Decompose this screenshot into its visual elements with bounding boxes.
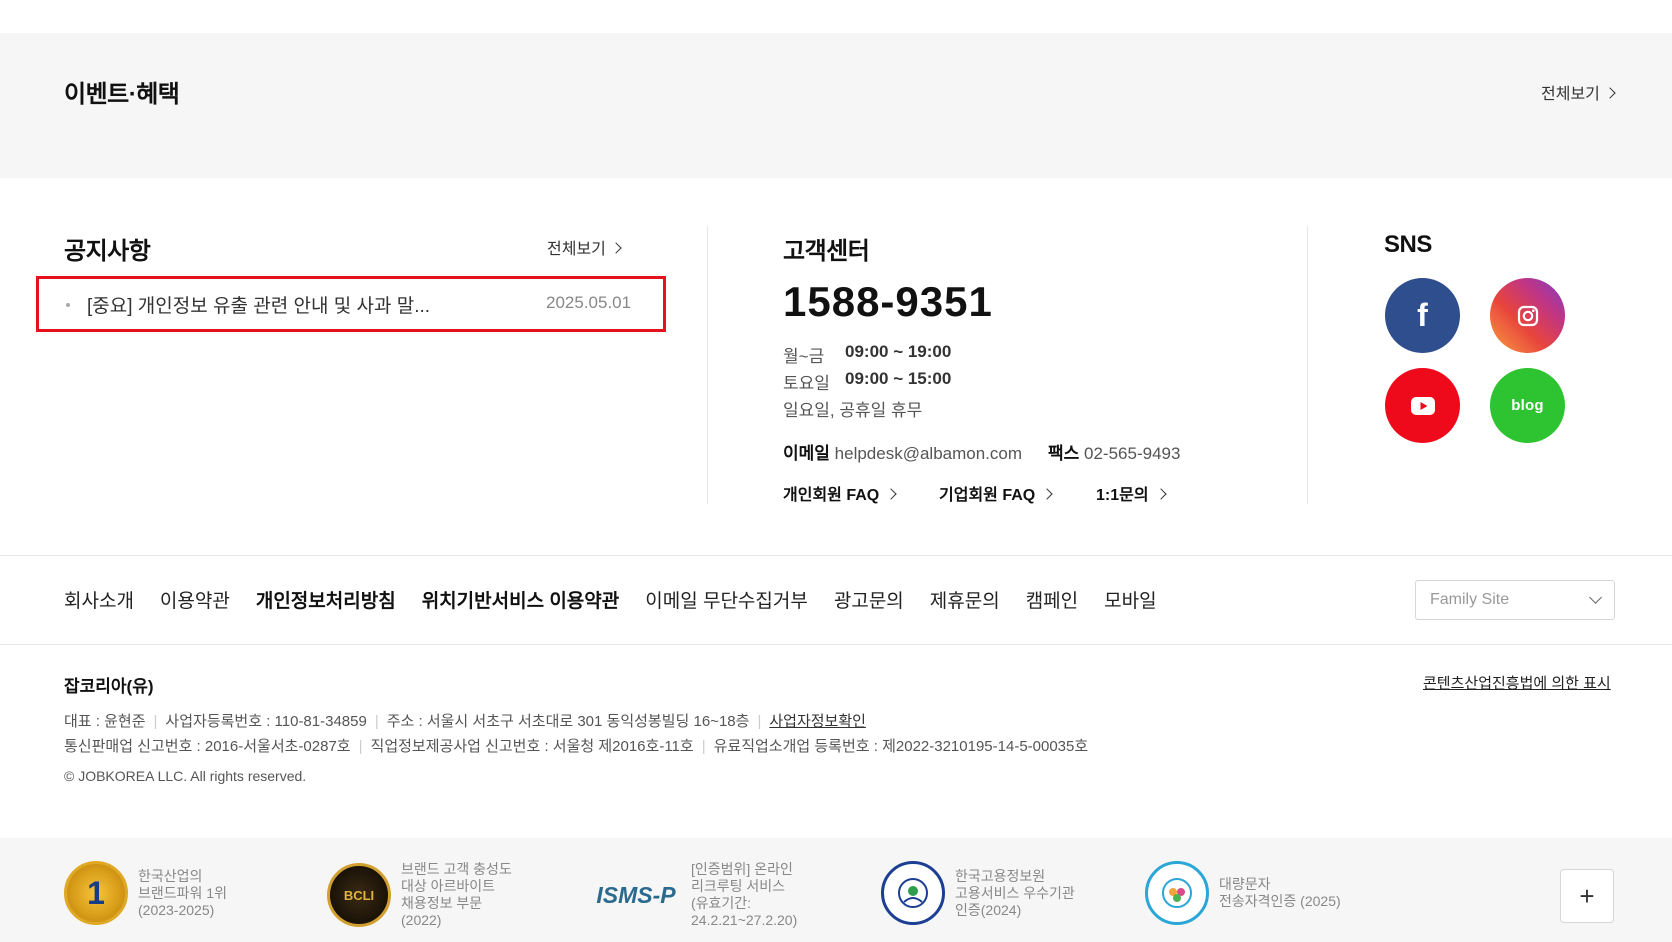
youtube-glyph [1410,396,1435,415]
divider-line [0,644,1672,645]
badge-label: BCLI [343,887,375,903]
expand-certifications-button[interactable]: + [1560,869,1614,923]
inquiry-label: 1:1문의 [1096,487,1149,504]
fax-label: 팩스 [1048,444,1080,463]
brand-power-badge-icon: 1 [64,861,128,925]
contact-fax: 팩스 02-565-9493 [1048,439,1180,464]
footer-link-terms[interactable]: 이용약관 [160,586,230,613]
divider-line [0,555,1672,556]
notice-item-title[interactable]: [중요] 개인정보 유출 관련 안내 및 사과 말... [87,291,507,318]
footer-link-ad[interactable]: 광고문의 [834,586,904,613]
footer-link-campaign[interactable]: 캠페인 [1026,586,1078,613]
hours-row-weekday: 월~금 09:00 ~ 19:00 [783,342,951,367]
footer-nav: 회사소개 이용약관 개인정보처리방침 위치기반서비스 이용약관 이메일 무단수집… [64,586,1157,613]
certification-text: 한국고용정보원 고용서비스 우수기관 인증(2024) [955,867,1075,918]
footer-link-partnership[interactable]: 제휴문의 [930,586,1000,613]
copyright-text: © JOBKOREA LLC. All rights reserved. [64,768,307,784]
certification-item: 한국고용정보원 고용서비스 우수기관 인증(2024) [881,861,1075,925]
footer-link-company[interactable]: 회사소개 [64,586,134,613]
certification-item: BCLI 브랜드 고객 충성도 대상 아르바이트 채용정보 부문 (2022) [327,861,512,929]
employment-service-badge-icon [881,861,945,925]
customer-center-phone: 1588-9351 [783,278,993,325]
hours-closed-text: 일요일, 공휴일 휴무 [783,401,923,420]
ecommerce-number-text: 통신판매업 신고번호 : 2016-서울서초-0287호 [64,738,351,755]
instagram-glyph [1517,305,1538,326]
hours-days: 월~금 [783,347,825,366]
events-see-all-label: 전체보기 [1541,86,1600,103]
address-text: 주소 : 서울시 서초구 서초대로 301 동익성봉빌딩 16~18층 [386,713,750,730]
certification-item: 대량문자 전송자격인증 (2025) [1145,861,1341,925]
sms-certification-badge-icon [1145,861,1209,925]
family-site-label: Family Site [1430,591,1510,608]
inquiry-link[interactable]: 1:1문의 [1096,481,1167,505]
content-law-link[interactable]: 콘텐츠산업진흥법에 의한 표시 [1423,672,1611,693]
blog-label: blog [1511,397,1544,414]
column-divider [1307,226,1308,504]
ceo-text: 대표 : 윤현준 [64,713,146,730]
blog-icon[interactable]: blog [1490,368,1565,443]
business-info-link[interactable]: 사업자정보확인 [769,713,866,730]
sns-title: SNS [1384,231,1432,258]
family-site-select[interactable]: Family Site [1415,580,1615,620]
sms-seal-glyph [1162,878,1192,908]
bullet-icon [66,303,70,307]
facebook-icon[interactable]: f [1385,278,1460,353]
job-info-number-text: 직업정보제공사업 신고번호 : 서울청 제2016호-11호 [370,738,694,755]
instagram-icon[interactable] [1490,278,1565,353]
facebook-glyph: f [1417,297,1428,333]
events-section [0,33,1672,178]
footer-link-mobile[interactable]: 모바일 [1104,586,1156,613]
employment-seal-glyph [898,878,928,908]
column-divider [707,226,708,504]
company-info-line-1: 대표 : 윤현준 | 사업자등록번호 : 110-81-34859 | 주소 : 서울시… [64,713,866,730]
chevron-right-icon [1041,487,1053,500]
hours-row-saturday: 토요일 09:00 ~ 15:00 [783,369,951,394]
business-number-text: 사업자등록번호 : 110-81-34859 [165,713,367,730]
hours-days: 토요일 [783,374,830,393]
isms-p-badge-icon: ISMS-P [591,863,681,927]
notice-see-all-label: 전체보기 [547,241,606,258]
youtube-icon[interactable] [1385,368,1460,443]
paid-job-number-text: 유료직업소개업 등록번호 : 제2022-3210195-14-5-00035호 [713,738,1089,755]
certification-text: 브랜드 고객 충성도 대상 아르바이트 채용정보 부문 (2022) [401,861,512,928]
certification-item: 1 한국산업의 브랜드파워 1위 (2023-2025) [64,861,227,925]
plus-icon: + [1579,880,1595,911]
fax-value: 02-565-9493 [1084,444,1181,463]
footer-link-privacy[interactable]: 개인정보처리방침 [256,586,396,613]
hours-closed: 일요일, 공휴일 휴무 [783,396,922,421]
events-see-all-link[interactable]: 전체보기 [1541,80,1616,104]
chevron-right-icon [610,241,622,254]
business-faq-link[interactable]: 기업회원 FAQ [939,481,1053,505]
business-faq-label: 기업회원 FAQ [939,487,1036,504]
notice-item-date: 2025.05.01 [546,293,632,312]
certifications-band [0,838,1672,942]
certification-text: 한국산업의 브랜드파워 1위 (2023-2025) [138,867,227,918]
badge-label: ISMS-P [596,881,676,908]
hours-time: 09:00 ~ 19:00 [845,342,952,361]
hours-time: 09:00 ~ 15:00 [845,369,952,388]
customer-center-title: 고객센터 [783,238,870,265]
chevron-right-icon [885,487,897,500]
bcli-badge-icon: BCLI [327,863,391,927]
personal-faq-link[interactable]: 개인회원 FAQ [783,481,897,505]
chevron-down-icon [1589,591,1602,604]
notice-see-all-link[interactable]: 전체보기 [547,235,622,259]
personal-faq-label: 개인회원 FAQ [783,487,880,504]
chevron-right-icon [1604,86,1616,99]
certification-text: [인증범위] 온라인 리크루팅 서비스 (유효기간: 24.2.21~27.2.… [691,861,798,928]
certification-item: ISMS-P [인증범위] 온라인 리크루팅 서비스 (유효기간: 24.2.2… [591,861,797,929]
contact-email: 이메일 helpdesk@albamon.com [783,439,1022,464]
certification-text: 대량문자 전송자격인증 (2025) [1219,876,1341,909]
email-value: helpdesk@albamon.com [834,444,1023,463]
email-label: 이메일 [783,444,830,463]
badge-label: 1 [87,874,105,911]
company-info-line-2: 통신판매업 신고번호 : 2016-서울서초-0287호 | 직업정보제공사업 신고… [64,738,1089,755]
chevron-right-icon [1154,487,1167,500]
footer-link-email-refusal[interactable]: 이메일 무단수집거부 [645,586,808,613]
company-name: 잡코리아(유) [64,677,154,696]
notice-title: 공지사항 [64,238,151,265]
footer-link-location-terms[interactable]: 위치기반서비스 이용약관 [422,586,620,613]
events-title: 이벤트·혜택 [64,81,180,108]
